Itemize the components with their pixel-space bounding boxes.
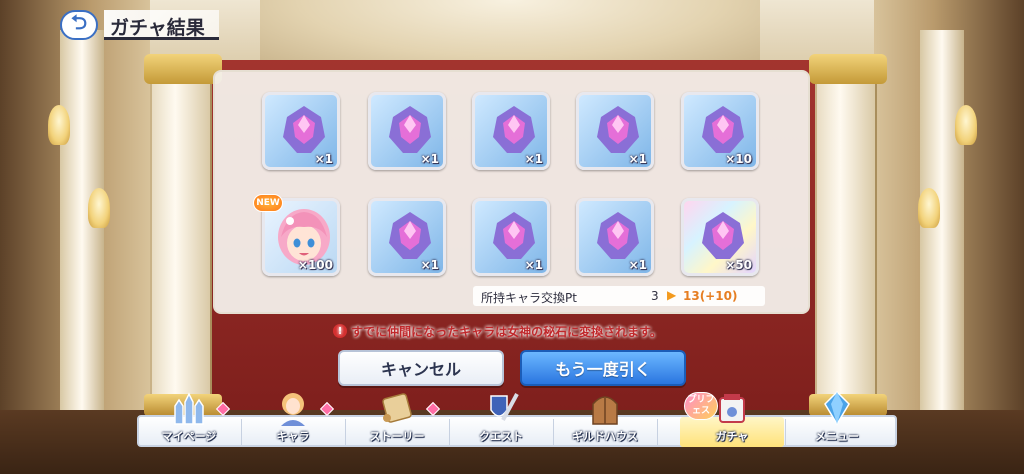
gacha-icon bbox=[719, 394, 745, 423]
nav-label: ギルドハウス bbox=[572, 430, 638, 443]
result-item[interactable]: ×1 bbox=[576, 92, 654, 170]
exchange-points-after: 13(+10) bbox=[683, 289, 738, 303]
nav-item-mypage[interactable]: マイページ bbox=[137, 390, 241, 450]
nav-item-story[interactable]: ストーリー bbox=[345, 390, 449, 450]
cancel-button[interactable]: キャンセル bbox=[338, 350, 504, 386]
item-quantity: ×10 bbox=[725, 152, 752, 166]
goddess-stone-icon bbox=[283, 106, 325, 153]
sword-shield-icon bbox=[490, 393, 519, 421]
result-item-rare[interactable]: ×50 bbox=[681, 198, 759, 276]
notice-text: すでに仲間になったキャラは女神の秘石に変換されます。 bbox=[351, 324, 662, 339]
goddess-stone-icon bbox=[493, 212, 535, 259]
result-item[interactable]: ×1 bbox=[368, 92, 446, 170]
nav-item-guildhouse[interactable]: ギルドハウス bbox=[553, 390, 657, 450]
nav-item-menu[interactable]: メニュー bbox=[785, 390, 889, 450]
item-quantity: ×1 bbox=[524, 258, 543, 272]
result-item[interactable]: ×10 bbox=[681, 92, 759, 170]
crystal-icon bbox=[824, 390, 850, 426]
exchange-points-row: 所持キャラ交換Pt 3 ▶ 13(+10) bbox=[473, 286, 765, 306]
pillar-right bbox=[809, 54, 887, 416]
result-item[interactable]: ×1 bbox=[472, 198, 550, 276]
nav-label: クエスト bbox=[479, 430, 523, 443]
goddess-stone-icon bbox=[597, 212, 639, 259]
item-quantity: ×1 bbox=[420, 152, 439, 166]
scroll-icon bbox=[382, 393, 412, 423]
goddess-stone-icon bbox=[389, 212, 431, 259]
draw-again-button[interactable]: もう一度引く bbox=[520, 350, 686, 386]
guild-door-icon bbox=[592, 396, 618, 425]
goddess-stone-icon bbox=[702, 212, 744, 259]
outer-column-left bbox=[60, 30, 104, 430]
back-button[interactable]: ⮌ bbox=[60, 10, 98, 40]
exchange-points-before: 3 bbox=[651, 289, 659, 303]
goddess-stone-icon bbox=[389, 106, 431, 153]
pillar-left bbox=[144, 54, 222, 416]
wall-lamp-icon bbox=[955, 105, 977, 145]
item-quantity: ×1 bbox=[628, 258, 647, 272]
nav-label: ガチャ bbox=[715, 430, 749, 443]
page-title: ガチャ結果 bbox=[104, 10, 219, 40]
wall-lamp-icon bbox=[88, 188, 110, 228]
nav-item-quest[interactable]: クエスト bbox=[449, 390, 553, 450]
goddess-stone-icon bbox=[493, 106, 535, 153]
item-quantity: ×50 bbox=[725, 258, 752, 272]
nav-label: メニュー bbox=[815, 430, 859, 443]
outer-column-right bbox=[920, 30, 964, 430]
item-quantity: ×1 bbox=[420, 258, 439, 272]
prifes-badge: プリフェス bbox=[684, 392, 718, 420]
new-badge: NEW bbox=[253, 194, 283, 212]
item-quantity: ×1 bbox=[628, 152, 647, 166]
item-quantity: ×1 bbox=[314, 152, 333, 166]
wall-lamp-icon bbox=[48, 105, 70, 145]
result-item[interactable]: ×1 bbox=[368, 198, 446, 276]
nav-item-character[interactable]: キャラ bbox=[241, 390, 345, 450]
nav-label: キャラ bbox=[276, 430, 310, 443]
warning-icon: ! bbox=[333, 324, 347, 338]
nav-label: ストーリー bbox=[369, 430, 425, 443]
item-quantity: ×100 bbox=[297, 258, 333, 272]
item-quantity: ×1 bbox=[524, 152, 543, 166]
result-item[interactable]: ×1 bbox=[262, 92, 340, 170]
exchange-points-label: 所持キャラ交換Pt bbox=[481, 291, 577, 305]
arrow-right-icon: ▶ bbox=[667, 288, 677, 302]
wall-lamp-icon bbox=[918, 188, 940, 228]
conversion-notice: ! すでに仲間になったキャラは女神の秘石に変換されます。 bbox=[333, 322, 713, 340]
nav-divider bbox=[657, 419, 658, 445]
castle-icon bbox=[174, 392, 204, 425]
character-icon bbox=[281, 393, 305, 426]
goddess-stone-icon bbox=[597, 106, 639, 153]
result-item[interactable]: ×1 bbox=[472, 92, 550, 170]
return-arrow-icon: ⮌ bbox=[70, 10, 88, 34]
goddess-stone-icon bbox=[702, 106, 744, 153]
nav-label: マイページ bbox=[161, 430, 217, 443]
result-item[interactable]: ×1 bbox=[576, 198, 654, 276]
